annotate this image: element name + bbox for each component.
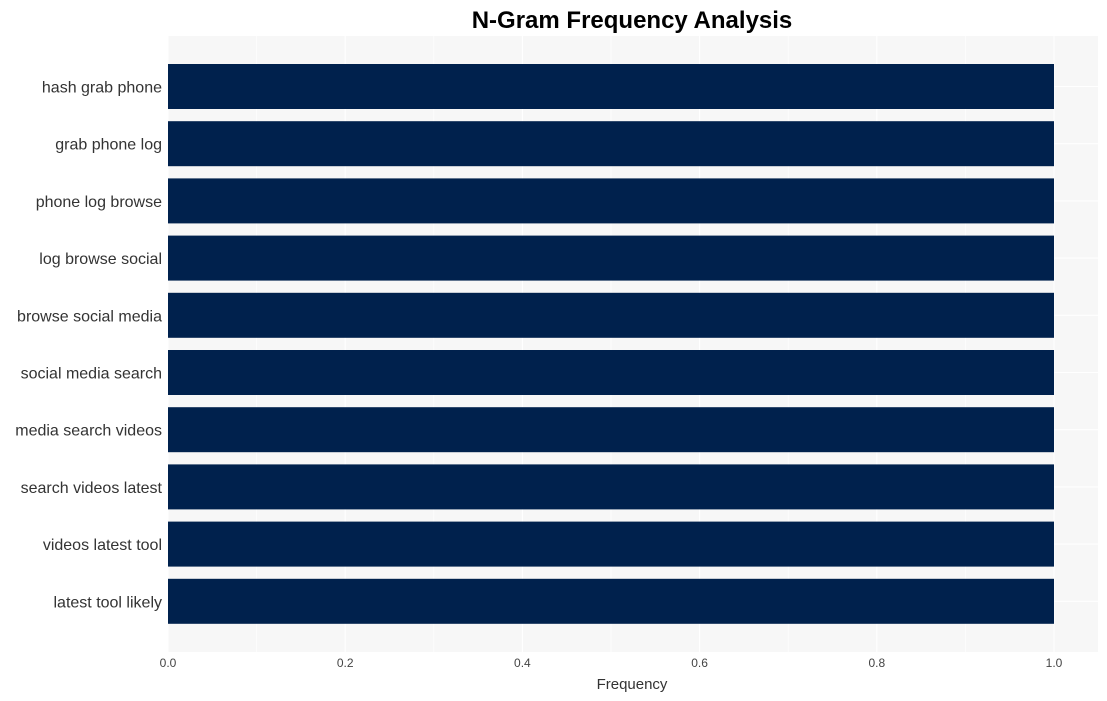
bar [168, 292, 1054, 338]
x-tick-label: 0.0 [160, 656, 177, 670]
bar [168, 464, 1054, 510]
y-tick-label: phone log browse [36, 194, 162, 211]
bar [168, 64, 1054, 109]
bar [168, 521, 1054, 567]
x-axis-label: Frequency [597, 676, 668, 693]
bar [168, 350, 1054, 395]
x-tick-label: 0.6 [691, 656, 708, 670]
bar [168, 121, 1054, 167]
bar [168, 178, 1054, 224]
x-tick-labels: 0.0 0.2 0.4 0.6 0.8 1.0 [160, 656, 1063, 670]
bar [168, 578, 1054, 624]
y-tick-label: latest tool likely [54, 594, 163, 611]
x-tick-label: 0.4 [514, 656, 531, 670]
x-tick-label: 0.8 [868, 656, 885, 670]
chart-title: N-Gram Frequency Analysis [472, 7, 793, 34]
y-tick-label: media search videos [15, 423, 162, 440]
bar [168, 407, 1054, 453]
y-tick-label: hash grab phone [42, 80, 162, 97]
y-tick-label: log browse social [39, 251, 162, 268]
y-tick-label: social media search [21, 366, 162, 383]
y-tick-label: search videos latest [21, 480, 163, 497]
y-tick-labels: hash grab phone grab phone log phone log b… [15, 80, 162, 612]
chart: hash grab phone grab phone log phone log b… [15, 7, 1098, 693]
y-tick-label: browse social media [17, 308, 162, 325]
y-tick-label: videos latest tool [43, 537, 162, 554]
x-tick-label: 0.2 [337, 656, 354, 670]
x-tick-label: 1.0 [1046, 656, 1063, 670]
bar [168, 235, 1054, 281]
y-tick-label: grab phone log [55, 137, 162, 154]
